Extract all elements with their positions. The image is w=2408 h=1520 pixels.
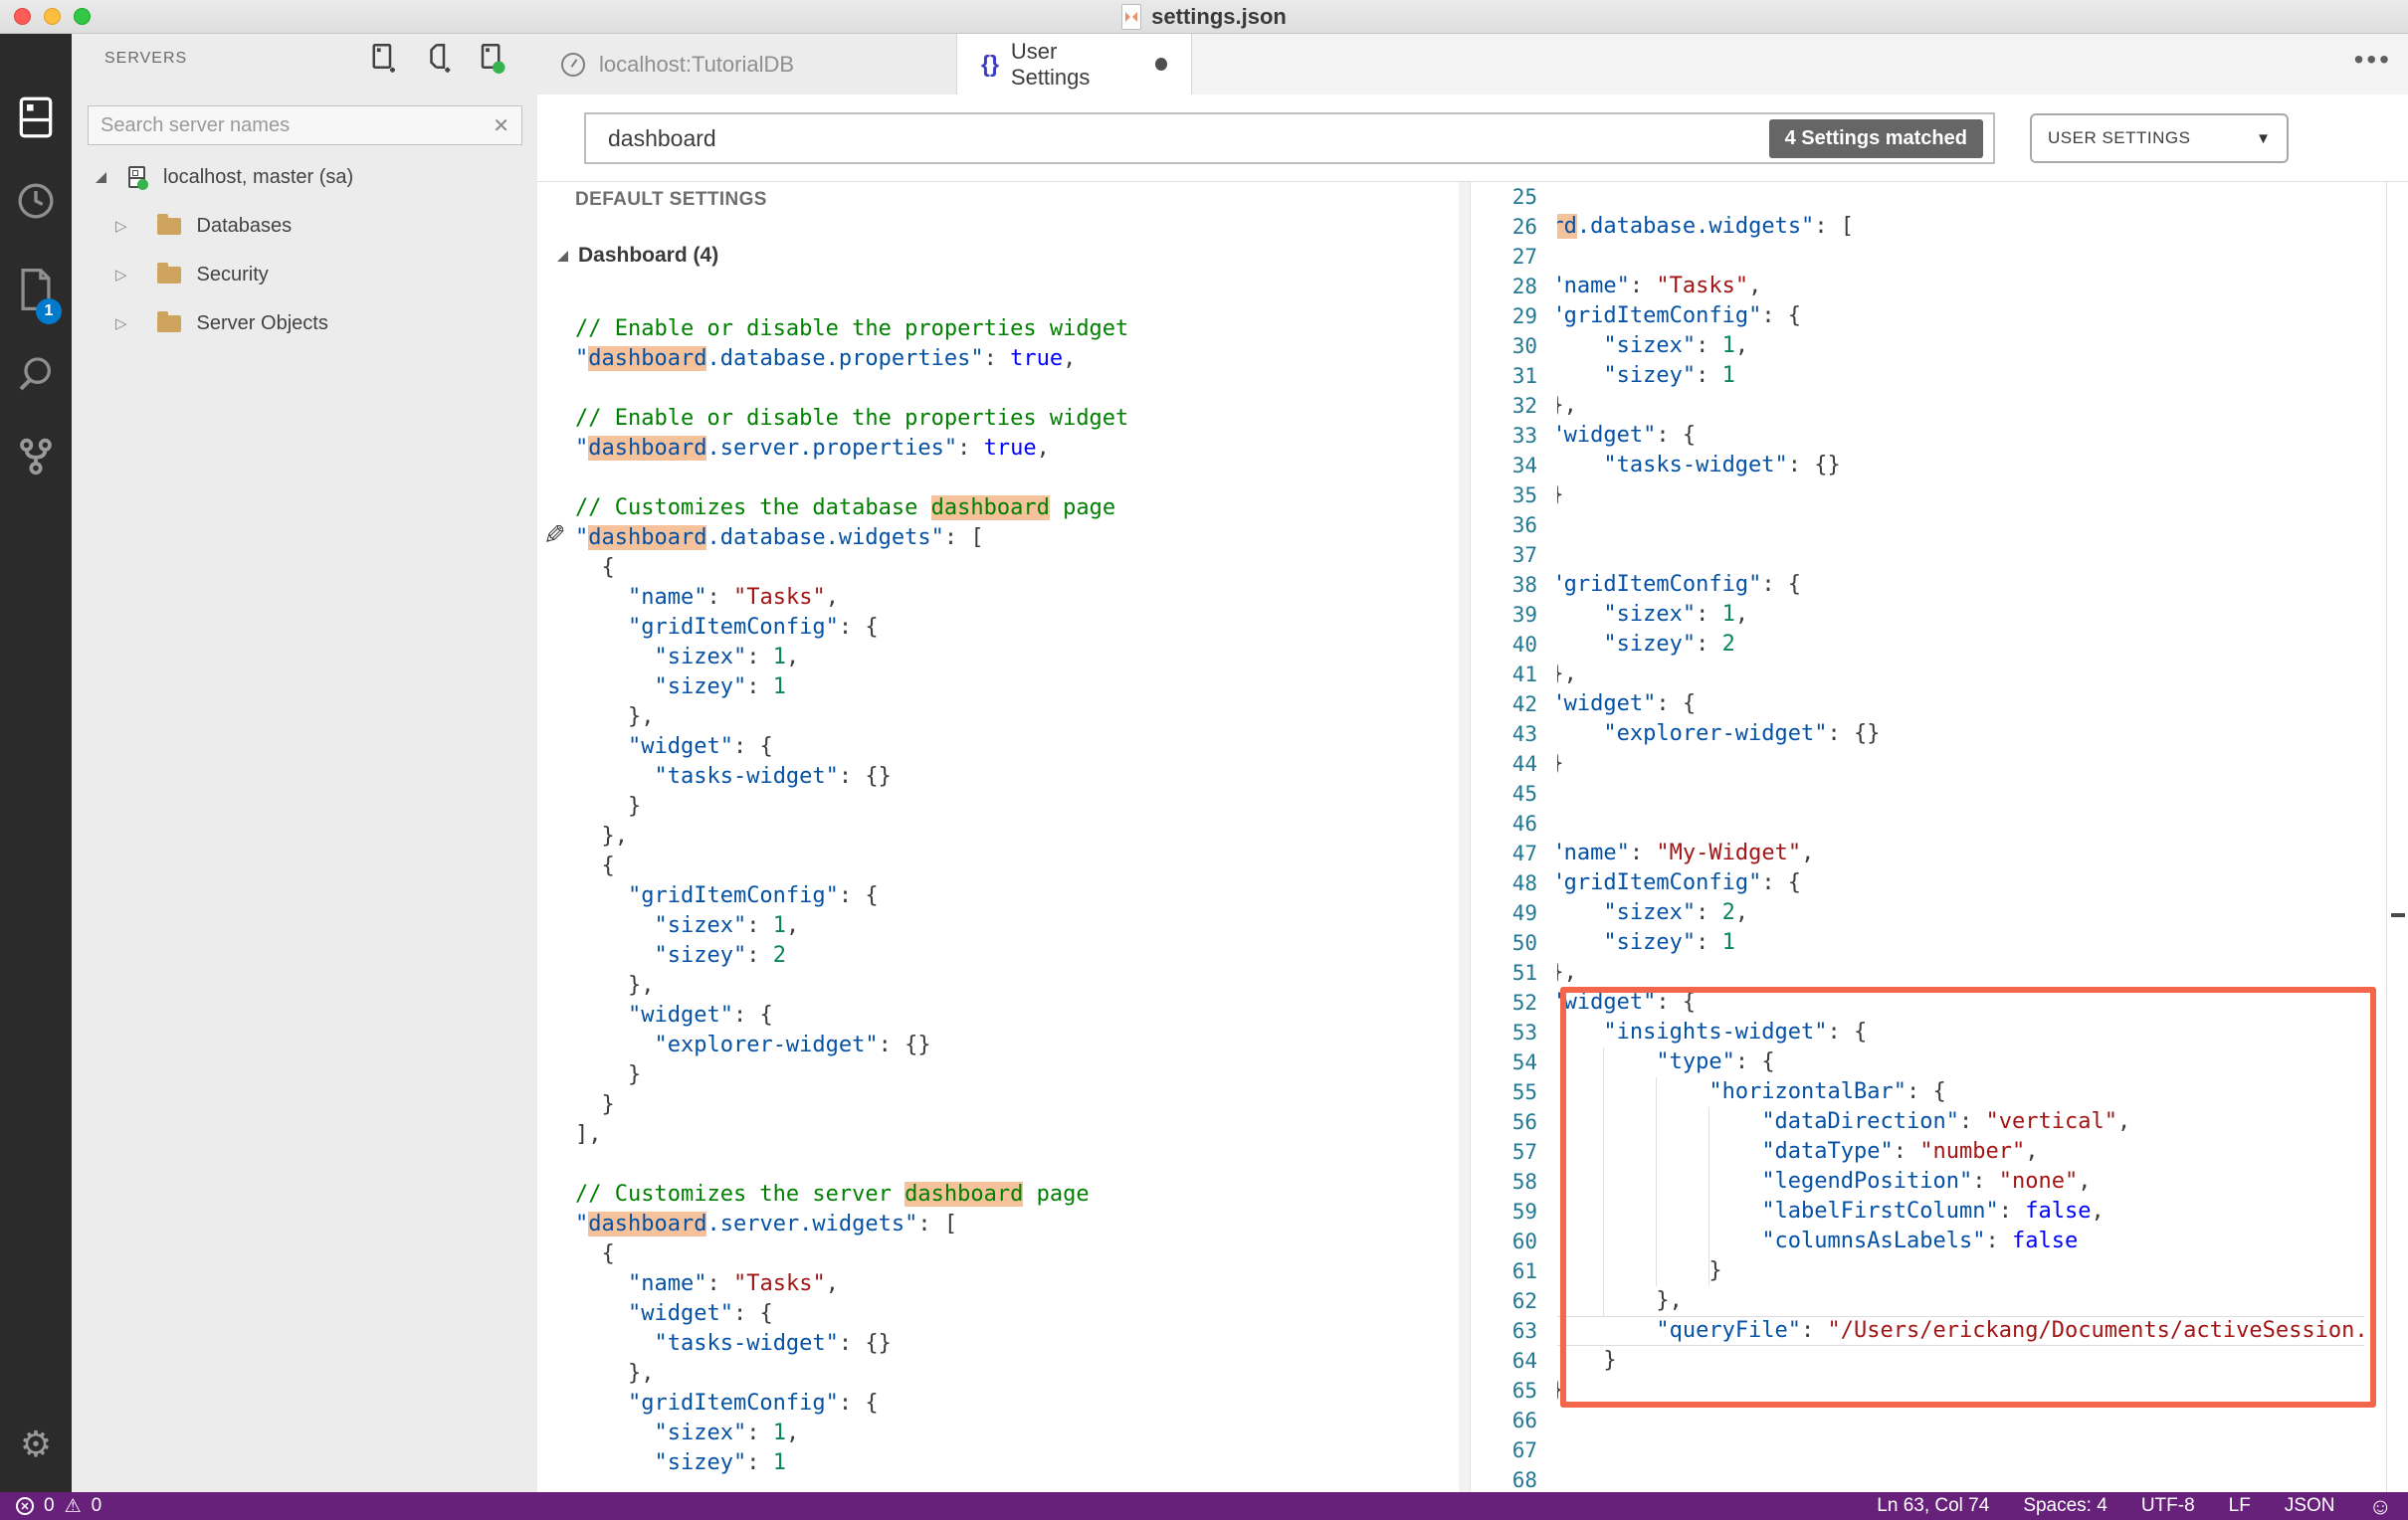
- settings-scope-dropdown[interactable]: USER SETTINGS ▼: [2030, 113, 2289, 163]
- settings-search-input[interactable]: dashboard 4 Settings matched: [584, 112, 1995, 164]
- close-window-button[interactable]: [14, 8, 31, 25]
- active-connections-icon[interactable]: [478, 44, 507, 74]
- tree-item-databases[interactable]: ▷ Databases: [72, 203, 537, 249]
- twistie-expanded-icon[interactable]: [96, 171, 106, 183]
- more-actions-icon[interactable]: •••: [2354, 44, 2392, 76]
- folder-icon: [156, 213, 181, 235]
- pane-divider[interactable]: [1459, 182, 1470, 1492]
- title-bar: settings.json: [0, 0, 2408, 34]
- source-control-icon[interactable]: [0, 436, 72, 477]
- search-icon[interactable]: [0, 354, 72, 394]
- folder-icon: [156, 262, 181, 284]
- task-history-icon[interactable]: [0, 181, 72, 221]
- servers-icon[interactable]: [0, 95, 72, 139]
- settings-search-header: dashboard 4 Settings matched USER SETTIN…: [537, 95, 2408, 182]
- clear-search-icon[interactable]: ✕: [493, 113, 509, 138]
- overview-ruler-scrollbar[interactable]: [2386, 182, 2408, 1492]
- activity-bar: 1 ⚙: [0, 34, 72, 1492]
- default-settings-pane: DEFAULT SETTINGS Dashboard (4) ✎ // Enab…: [537, 182, 1459, 1492]
- indentation-status[interactable]: Spaces: 4: [2023, 1495, 2107, 1517]
- twistie-collapsed-icon[interactable]: ▷: [115, 314, 127, 332]
- status-bar: ✕ 0 ⚠ 0 Ln 63, Col 74 Spaces: 4 UTF-8 LF…: [0, 1492, 2408, 1520]
- settings-group-dashboard[interactable]: Dashboard (4): [557, 244, 718, 268]
- settings-search-value: dashboard: [608, 124, 716, 151]
- problems-status[interactable]: ✕ 0 ⚠ 0: [16, 1495, 101, 1517]
- default-settings-header: DEFAULT SETTINGS: [575, 189, 767, 210]
- servers-sidebar: SERVERS Search server names ✕ localhost,…: [72, 34, 537, 1492]
- tree-item-server-objects[interactable]: ▷ Server Objects: [72, 300, 537, 346]
- connected-dot: [137, 179, 148, 190]
- tree-item-security[interactable]: ▷ Security: [72, 252, 537, 297]
- json-braces-icon: {}: [981, 51, 999, 77]
- folder-icon: [156, 310, 181, 332]
- chevron-down-icon: ▼: [2256, 129, 2271, 147]
- eol-status[interactable]: LF: [2229, 1495, 2251, 1517]
- settings-matched-badge: 4 Settings matched: [1768, 118, 1983, 158]
- user-settings-pane: 25 26 27 28 29 30 31 32 33 34 35 36 37 38 39 40 41 42 43 44…: [1471, 182, 2408, 1492]
- sidebar-title: SERVERS: [104, 50, 188, 67]
- window-title: settings.json: [1121, 3, 1287, 30]
- new-connection-icon[interactable]: [370, 44, 400, 74]
- twistie-collapsed-icon[interactable]: ▷: [115, 217, 127, 235]
- line-number-gutter: 25 26 27 28 29 30 31 32 33 34 35 36 37 38 39 40 41 42 43 44…: [1511, 185, 1537, 1492]
- scroll-position-marker: [2391, 913, 2405, 917]
- settings-gear-icon[interactable]: ⚙: [0, 1426, 72, 1462]
- tab-localhost-tutorialdb[interactable]: localhost:TutorialDB: [537, 34, 957, 95]
- server-icon: [128, 166, 148, 190]
- editor-tab-bar: localhost:TutorialDB {} User Settings ••…: [537, 34, 2408, 95]
- errors-icon: ✕: [16, 1497, 34, 1515]
- open-editors-icon[interactable]: 1: [0, 269, 72, 324]
- twistie-collapsed-icon[interactable]: ▷: [115, 266, 127, 284]
- feedback-smiley-icon[interactable]: ☺: [2369, 1493, 2392, 1520]
- tab-user-settings[interactable]: {} User Settings: [957, 34, 1192, 95]
- dashboard-gauge-icon: [561, 52, 585, 77]
- warnings-count: 0: [91, 1495, 102, 1516]
- open-editors-badge: 1: [36, 298, 62, 324]
- edit-setting-pencil-icon[interactable]: ✎: [543, 520, 566, 551]
- warnings-icon: ⚠: [64, 1495, 82, 1517]
- unsaved-changes-dot[interactable]: [1154, 58, 1167, 71]
- user-settings-code: "dashboard.database.widgets": [ { "name"…: [1557, 182, 2364, 1492]
- file-icon: [1121, 3, 1142, 30]
- group-twistie-icon[interactable]: [557, 250, 568, 262]
- encoding-status[interactable]: UTF-8: [2141, 1495, 2195, 1517]
- new-server-group-icon[interactable]: [424, 44, 454, 74]
- cursor-position-status[interactable]: Ln 63, Col 74: [1877, 1495, 1989, 1517]
- language-mode-status[interactable]: JSON: [2285, 1495, 2335, 1517]
- errors-count: 0: [44, 1495, 55, 1516]
- server-search-placeholder: Search server names: [100, 113, 291, 136]
- tree-item-server[interactable]: localhost, master (sa): [72, 154, 537, 200]
- default-settings-code: // Enable or disable the properties widg…: [575, 316, 1129, 1475]
- minimize-window-button[interactable]: [44, 8, 61, 25]
- maximize-window-button[interactable]: [74, 8, 91, 25]
- server-search-input[interactable]: Search server names ✕: [88, 105, 522, 145]
